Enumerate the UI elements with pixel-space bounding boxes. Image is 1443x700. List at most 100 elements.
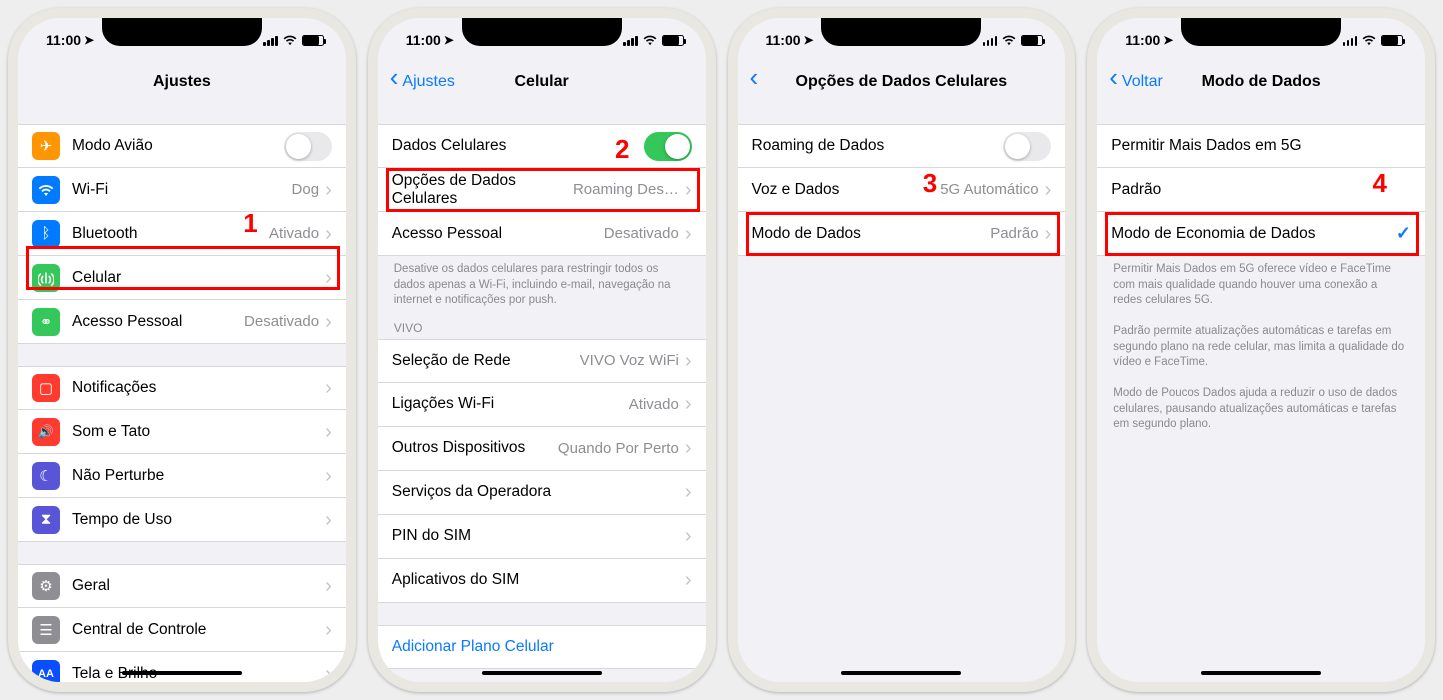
sound-icon: 🔊 [32, 418, 60, 446]
row-wifi-calls[interactable]: Ligações Wi-Fi Ativado [378, 383, 706, 427]
row-value: Roaming Des… [573, 181, 679, 198]
page-title: Opções de Dados Celulares [796, 73, 1008, 91]
battery-icon [302, 35, 324, 46]
row-label: Aplicativos do SIM [392, 571, 685, 589]
highlight-number: 1 [243, 208, 257, 239]
notch [102, 18, 262, 46]
row-value: Ativado [629, 396, 679, 413]
airplane-icon: ✈ [32, 132, 60, 160]
notifications-icon: ▢ [32, 374, 60, 402]
row-network[interactable]: Seleção de Rede VIVO Voz WiFi [378, 339, 706, 383]
chevron-left-icon [1109, 73, 1118, 91]
status-time: 11:00 [1125, 32, 1160, 48]
navbar: Ajustes [18, 62, 346, 102]
row-voice-data[interactable]: Voz e Dados 5G Automático [738, 168, 1066, 212]
signal-icon [623, 34, 638, 46]
row-bluetooth[interactable]: ᛒ Bluetooth Ativado [18, 212, 346, 256]
row-hotspot[interactable]: Acesso Pessoal Desativado [378, 212, 706, 256]
row-label: Central de Controle [72, 621, 325, 639]
row-label: Adicionar Plano Celular [392, 638, 692, 656]
home-indicator[interactable] [482, 671, 602, 675]
row-value: 5G Automático [940, 181, 1038, 198]
row-label: Celular [72, 269, 325, 287]
row-label: Seleção de Rede [392, 352, 580, 370]
row-label: Opções de Dados Celulares [392, 172, 573, 208]
row-screentime[interactable]: ⧗ Tempo de Uso [18, 498, 346, 542]
row-more-5g[interactable]: Permitir Mais Dados em 5G [1097, 124, 1425, 168]
back-button[interactable]: Voltar [1109, 73, 1163, 91]
home-indicator[interactable] [122, 671, 242, 675]
dnd-icon: ☾ [32, 462, 60, 490]
row-general[interactable]: ⚙ Geral [18, 564, 346, 608]
bluetooth-icon: ᛒ [32, 220, 60, 248]
status-time: 11:00 [406, 32, 441, 48]
row-label: Geral [72, 577, 325, 595]
notch [1181, 18, 1341, 46]
row-sim-pin[interactable]: PIN do SIM [378, 515, 706, 559]
page-title: Ajustes [153, 73, 211, 91]
row-notifications[interactable]: ▢ Notificações [18, 366, 346, 410]
row-value: Dog [292, 181, 320, 198]
airplane-toggle[interactable] [284, 132, 332, 161]
row-value: VIVO Voz WiFi [580, 352, 679, 369]
check-icon: ✓ [1396, 223, 1411, 244]
row-add-plan[interactable]: Adicionar Plano Celular [378, 625, 706, 669]
row-label: Não Perturbe [72, 467, 325, 485]
row-low-data[interactable]: Modo de Economia de Dados ✓ [1097, 212, 1425, 256]
device-2: 11:00 ➤ Ajustes Celular Dados Celulares [368, 8, 716, 692]
row-sound[interactable]: 🔊 Som e Tato [18, 410, 346, 454]
location-icon: ➤ [1163, 33, 1173, 47]
row-airplane[interactable]: ✈ Modo Avião [18, 124, 346, 168]
device-4: 11:00 ➤ Voltar Modo de Dados Permitir Ma… [1087, 8, 1435, 692]
navbar: Voltar Modo de Dados [1097, 62, 1425, 102]
location-icon: ➤ [84, 33, 94, 47]
control-icon: ☰ [32, 616, 60, 644]
row-roaming[interactable]: Roaming de Dados [738, 124, 1066, 168]
roaming-toggle[interactable] [1003, 132, 1051, 161]
row-label: Wi-Fi [72, 181, 292, 199]
home-indicator[interactable] [1201, 671, 1321, 675]
device-1: 11:00 ➤ Ajustes ✈ Modo Avião [8, 8, 356, 692]
row-display[interactable]: AA Tela e Brilho [18, 652, 346, 682]
row-other-dev[interactable]: Outros Dispositivos Quando Por Perto [378, 427, 706, 471]
row-label: Som e Tato [72, 423, 325, 441]
row-label: Modo de Economia de Dados [1111, 225, 1396, 243]
row-cell-options[interactable]: Opções de Dados Celulares Roaming Des… [378, 168, 706, 212]
row-value: Desativado [604, 225, 679, 242]
row-value: Ativado [269, 225, 319, 242]
status-time: 11:00 [766, 32, 801, 48]
row-hotspot[interactable]: ⚭ Acesso Pessoal Desativado [18, 300, 346, 344]
back-button[interactable] [750, 73, 759, 91]
screentime-icon: ⧗ [32, 506, 60, 534]
signal-icon [263, 34, 278, 46]
row-cell-data[interactable]: Dados Celulares [378, 124, 706, 168]
row-data-mode[interactable]: Modo de Dados Padrão [738, 212, 1066, 256]
row-label: Outros Dispositivos [392, 439, 558, 457]
row-dnd[interactable]: ☾ Não Perturbe [18, 454, 346, 498]
row-sim-apps[interactable]: Aplicativos do SIM [378, 559, 706, 603]
wifi-row-icon [32, 176, 60, 204]
row-label: Ligações Wi-Fi [392, 395, 629, 413]
row-cellular[interactable]: Celular [18, 256, 346, 300]
highlight-number: 3 [923, 168, 937, 199]
back-button[interactable]: Ajustes [390, 73, 455, 91]
row-carrier[interactable]: Serviços da Operadora [378, 471, 706, 515]
row-control[interactable]: ☰ Central de Controle [18, 608, 346, 652]
home-indicator[interactable] [841, 671, 961, 675]
row-wifi[interactable]: Wi-Fi Dog [18, 168, 346, 212]
navbar: Opções de Dados Celulares [738, 62, 1066, 102]
highlight-number: 4 [1373, 168, 1387, 199]
row-label: Modo Avião [72, 137, 284, 155]
cell-data-toggle[interactable] [644, 132, 692, 161]
general-icon: ⚙ [32, 572, 60, 600]
chevron-left-icon [390, 73, 399, 91]
status-time: 11:00 [46, 32, 81, 48]
location-icon: ➤ [804, 33, 814, 47]
row-value: Quando Por Perto [558, 440, 679, 457]
row-label: Bluetooth [72, 225, 269, 243]
device-3: 11:00 ➤ Opções de Dados Celulares Roamin… [728, 8, 1076, 692]
chevron-left-icon [750, 73, 759, 91]
wifi-icon [1362, 34, 1376, 46]
row-label: Dados Celulares [392, 137, 644, 155]
page-title: Modo de Dados [1202, 73, 1321, 91]
